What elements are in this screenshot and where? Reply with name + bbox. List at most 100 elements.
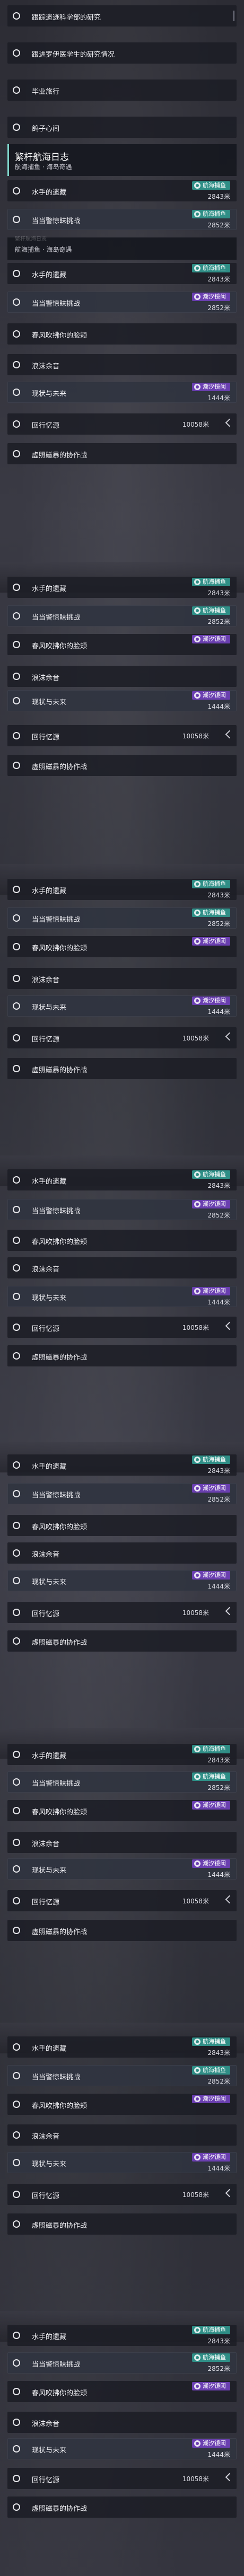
task-item-dove-heart[interactable]: 鸽子心间 (7, 117, 237, 138)
task-item-spring[interactable]: 春风吹拂你的脸颊 潮汐镜阈 (7, 1800, 237, 1821)
task-title: 回行忆源 (32, 734, 60, 742)
task-title: 回行忆源 (32, 2192, 60, 2200)
task-circle-icon (13, 450, 20, 457)
task-item-ghost[interactable]: 当当警惊眛挑战 潮汐镜阈 2852米 (7, 1483, 237, 1504)
task-circle-icon (13, 1751, 20, 1758)
task-item-sailor[interactable]: 水手的遗藏 航海捕鱼 2843米 (7, 1169, 237, 1190)
task-item-waves[interactable]: 浪沫余音 (7, 968, 237, 989)
task-item-graduation-trip[interactable]: 毕业旅行 (7, 80, 237, 101)
task-item-ghost[interactable]: 当当警惊眛挑战 航海捕鱼 2852米 (7, 605, 237, 627)
task-title: 虚照磁暴的协作战 (32, 1354, 88, 1362)
fishing-icon (194, 1774, 201, 1780)
task-circle-icon (13, 2043, 20, 2051)
task-item-look[interactable]: 回行忆源 10058米 (7, 1027, 237, 1048)
task-item-look[interactable]: 回行忆源 10058米 (7, 1890, 237, 1911)
task-item-look[interactable]: 回行忆源 10058米 (7, 725, 237, 746)
tide-icon (194, 2096, 201, 2102)
task-title: 水手的遗藏 (32, 1178, 67, 1186)
task-title: 虚照磁暴的协作战 (32, 2505, 88, 2513)
task-item-waves[interactable]: 浪沫余音 (7, 1832, 237, 1853)
task-item-roi-research[interactable]: 跟进罗伊医学生的研究情况 (7, 42, 237, 64)
task-title: 当当警惊眛挑战 (32, 1780, 81, 1788)
task-item-spring[interactable]: 春风吹拂你的脸颊 潮汐镜阈 (7, 634, 237, 655)
task-circle-icon (13, 2475, 20, 2482)
task-item-storm[interactable]: 虚照磁暴的协作战 (7, 755, 237, 776)
distance: 10058米 (182, 733, 209, 740)
task-item-spring[interactable]: 春风吹拂你的脸颊 (7, 323, 237, 345)
task-item-sailor[interactable]: 水手的遗藏 航海捕鱼 2843米 (7, 577, 237, 598)
distance: 2843米 (207, 892, 230, 899)
task-item-spring[interactable]: 春风吹拂你的脸颊 潮汐镜阈 (7, 2381, 237, 2402)
task-item-waves[interactable]: 浪沫余音 (7, 354, 237, 375)
task-item-ghost[interactable]: 当当警惊眛挑战 航海捕鱼 2852米 (7, 2352, 237, 2374)
task-item-now[interactable]: 现状与未来 潮汐镜阈 1444米 (7, 690, 237, 711)
task-item-sailor[interactable]: 水手的遗藏 航海捕鱼 2843米 (7, 879, 237, 900)
task-title: 回行忆源 (32, 1899, 60, 1907)
task-item-storm[interactable]: 虚照磁暴的协作战 (7, 2213, 237, 2235)
task-item-storm[interactable]: 虚照磁暴的协作战 (7, 443, 237, 464)
tide-badge: 潮汐镜阈 (192, 2382, 230, 2390)
task-title: 当当警惊眛挑战 (32, 1492, 81, 1499)
task-title: 浪沫余音 (32, 976, 60, 984)
task-item-now[interactable]: 现状与未来 潮汐镜阈 1444米 (7, 995, 237, 1017)
distance: 2852米 (207, 2078, 230, 2085)
task-item-waves[interactable]: 浪沫余音 (7, 2412, 237, 2433)
task-title: 回行忆源 (32, 422, 60, 430)
task-item-waves[interactable]: 浪沫余音 (7, 1257, 237, 1278)
task-item-ghost[interactable]: 当当警惊眛挑战 航海捕鱼 2852米 (7, 907, 237, 929)
task-item-ghost[interactable]: 当当警惊眛挑战 航海捕鱼 2852米 (7, 209, 237, 230)
task-item-now[interactable]: 现状与未来 潮汐镜阈 1444米 (7, 2152, 237, 2173)
task-item-sailor[interactable]: 水手的遗藏 航海捕鱼 2843米 (7, 2036, 237, 2058)
task-item-look[interactable]: 回行忆源 10058米 (7, 1317, 237, 1338)
task-title: 浪沫余音 (32, 1840, 60, 1848)
task-item-research-dept[interactable]: 跟踪遗迹科学部的研究 (7, 5, 237, 27)
task-item-sailor[interactable]: 水手的遗藏 航海捕鱼 2843米 (7, 1744, 237, 1765)
task-item-spring[interactable]: 春风吹拂你的脸颊 潮汐镜阈 (7, 2094, 237, 2115)
task-item-now[interactable]: 现状与未来 潮汐镜阈 1444米 (7, 1858, 237, 1880)
task-item-look[interactable]: 回行忆源 10058米 (7, 2184, 237, 2205)
task-title: 当当警惊眛挑战 (32, 2074, 81, 2081)
task-title: 春风吹拂你的脸颊 (32, 1238, 88, 1246)
tide-badge: 潮汐镜阈 (192, 1484, 230, 1493)
task-title: 当当警惊眛挑战 (32, 300, 81, 308)
task-title: 水手的遗藏 (32, 1752, 67, 1760)
task-item-spring[interactable]: 春风吹拂你的脸颊 潮汐镜阈 (7, 936, 237, 957)
task-item-spring[interactable]: 春风吹拂你的脸颊 (7, 1515, 237, 1536)
task-item-storm[interactable]: 虚照磁暴的协作战 (7, 1920, 237, 1941)
task-item-waves[interactable]: 浪沫余音 (7, 1542, 237, 1564)
tide-badge: 潮汐镜阈 (192, 1571, 230, 1580)
task-item-ghost[interactable]: 当当警惊眛挑战 潮汐镜阈 2852米 (7, 1199, 237, 1220)
task-item-sailor[interactable]: 水手的遗藏 航海捕鱼 2843米 (7, 180, 237, 201)
task-item-look[interactable]: 回行忆源 10058米 (7, 2468, 237, 2489)
task-item-sailor[interactable]: 水手的遗藏 航海捕鱼 2843米 (7, 2325, 237, 2346)
task-item-sailor[interactable]: 水手的遗藏 航海捕鱼 2843米 (7, 263, 237, 284)
task-item-storm[interactable]: 虚照磁暴的协作战 (7, 1345, 237, 1366)
task-item-now[interactable]: 现状与未来 潮汐镜阈 1444米 (7, 2438, 237, 2459)
task-title: 当当警惊眛挑战 (32, 614, 81, 622)
arrow-icon (225, 418, 234, 427)
task-circle-icon (13, 1237, 20, 1244)
nav-badge: 航海捕鱼 (192, 880, 230, 888)
task-item-storm[interactable]: 虚照磁暴的协作战 (7, 2496, 237, 2518)
task-item-look[interactable]: 回行忆源 10058米 (7, 413, 237, 435)
tide-badge: 潮汐镜阈 (192, 2153, 230, 2162)
task-item-sailor[interactable]: 水手的遗藏 航海捕鱼 2843米 (7, 1454, 237, 1476)
task-title: 虚照磁暴的协作战 (32, 763, 88, 771)
task-item-spring[interactable]: 春风吹拂你的脸颊 (7, 1230, 237, 1251)
tide-badge: 潮汐镜阈 (192, 1200, 230, 1208)
task-title: 春风吹拂你的脸颊 (32, 642, 88, 650)
task-item-ghost[interactable]: 当当警惊眛挑战 航海捕鱼 2852米 (7, 1771, 237, 1793)
task-item-waves[interactable]: 浪沫余音 (7, 2124, 237, 2146)
tide-badge: 潮汐镜阈 (192, 691, 230, 700)
task-item-storm[interactable]: 虚照磁暴的协作战 (7, 1630, 237, 1652)
task-item-now[interactable]: 现状与未来 潮汐镜阈 1444米 (7, 1570, 237, 1591)
task-item-now[interactable]: 现状与未来 潮汐镜阈 1444米 (7, 382, 237, 403)
task-item-ghost[interactable]: 当当警惊眛挑战 航海捕鱼 2852米 (7, 2065, 237, 2086)
task-item-waves[interactable]: 浪沫余音 (7, 666, 237, 687)
task-item-now[interactable]: 现状与未来 潮汐镜阈 1444米 (7, 1286, 237, 1307)
task-item-ghost[interactable]: 当当警惊眛挑战 潮汐镜阈 2852米 (7, 292, 237, 313)
task-item-storm[interactable]: 虚照磁暴的协作战 (7, 1058, 237, 1079)
tide-badge: 潮汐镜阈 (192, 937, 230, 946)
task-item-look[interactable]: 回行忆源 10058米 (7, 1602, 237, 1623)
fishing-icon (194, 1746, 201, 1752)
